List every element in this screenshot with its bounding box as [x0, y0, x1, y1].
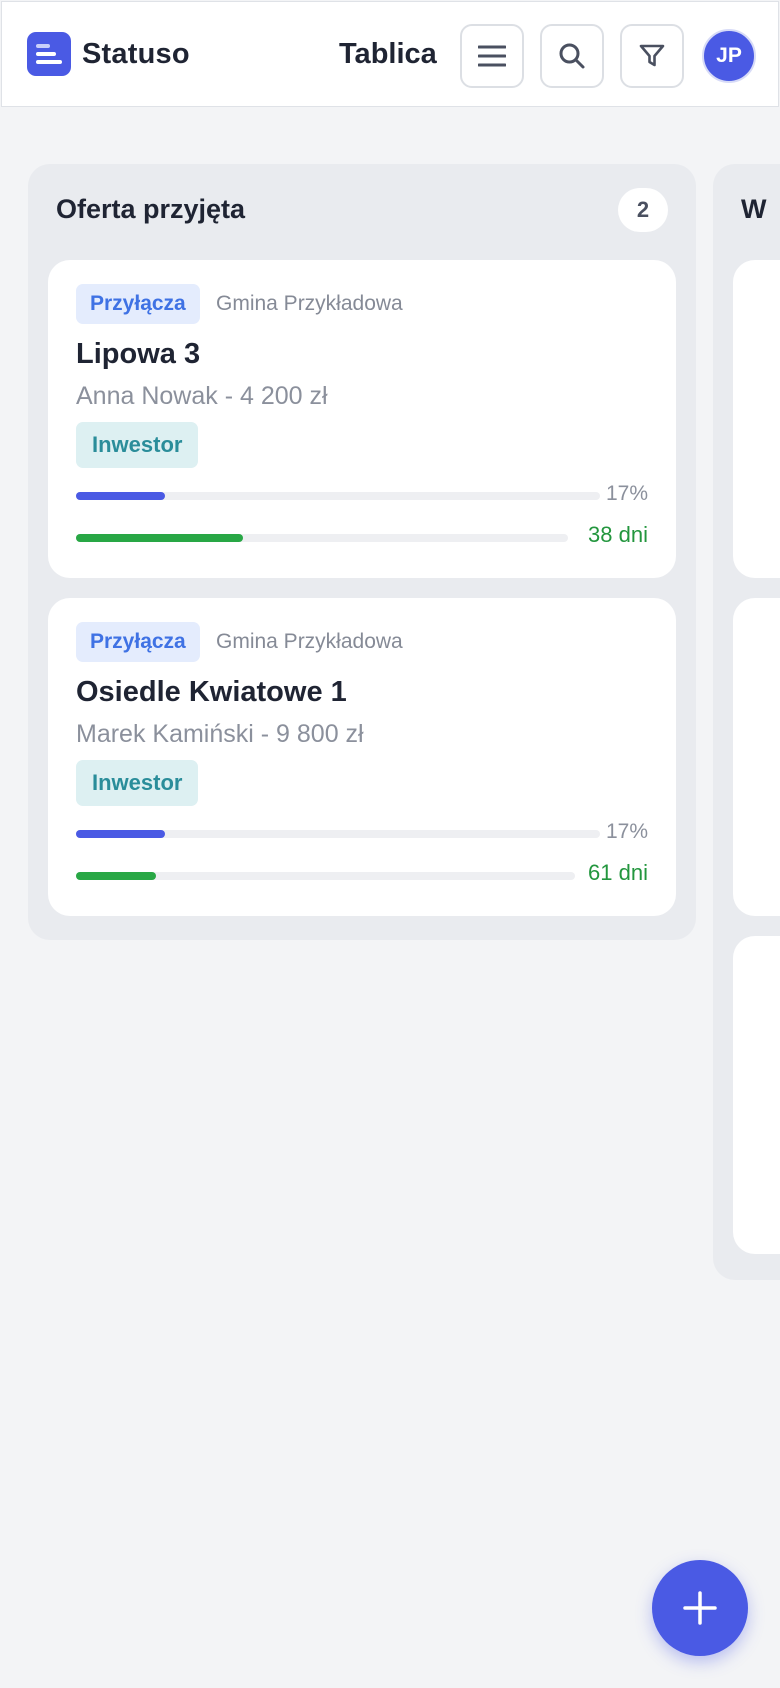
time-bar: [76, 872, 575, 880]
category-tag: Przyłącza: [76, 622, 200, 662]
filter-button[interactable]: [620, 24, 684, 88]
card-title: Osiedle Kwiatowe 1: [76, 676, 347, 708]
progress-bar: [76, 492, 600, 500]
municipality-label: Gmina Przykładowa: [216, 630, 403, 653]
card-subtitle: Marek Kamiński - 9 800 zł: [76, 720, 364, 748]
time-fill: [76, 534, 244, 542]
progress-label: 17%: [605, 820, 648, 843]
deal-card[interactable]: [733, 260, 780, 578]
menu-button[interactable]: [460, 24, 524, 88]
deal-card[interactable]: [733, 936, 780, 1254]
days-label: 38 dni: [588, 522, 648, 547]
page-title: Tablica: [339, 38, 437, 70]
column-title: W: [741, 194, 767, 224]
progress-bar: [76, 830, 600, 838]
progress-label: 17%: [605, 482, 648, 505]
progress-fill: [76, 492, 166, 500]
search-icon: [559, 43, 585, 69]
days-label: 61 dni: [588, 860, 648, 885]
card-title: Lipowa 3: [76, 338, 201, 370]
municipality-label: Gmina Przykładowa: [216, 292, 403, 315]
user-avatar[interactable]: JP: [702, 29, 756, 83]
time-bar: [76, 534, 568, 542]
filter-icon: [639, 44, 665, 67]
column-title: Oferta przyjęta: [56, 194, 246, 224]
role-badge: Inwestor: [76, 760, 199, 806]
deal-card[interactable]: Przyłącza Gmina Przykładowa Lipowa 3 Ann…: [48, 260, 676, 578]
deal-card[interactable]: [733, 598, 780, 916]
hamburger-menu-icon: [478, 45, 506, 67]
time-fill: [76, 872, 156, 880]
app-logo-icon: [27, 32, 71, 76]
board-column-next: W: [713, 164, 780, 1280]
app-name: Statuso: [82, 38, 190, 70]
column-count-badge: 2: [618, 188, 668, 232]
add-button[interactable]: [652, 1560, 748, 1656]
deal-card[interactable]: Przyłącza Gmina Przykładowa Osiedle Kwia…: [48, 598, 676, 916]
progress-fill: [76, 830, 166, 838]
plus-icon: [683, 1591, 717, 1625]
app-header: Statuso Tablica JP: [1, 1, 779, 107]
search-button[interactable]: [540, 24, 604, 88]
board-column-oferta-przyjeta: Oferta przyjęta 2 Przyłącza Gmina Przykł…: [28, 164, 696, 940]
role-badge: Inwestor: [76, 422, 199, 468]
category-tag: Przyłącza: [76, 284, 200, 324]
card-subtitle: Anna Nowak - 4 200 zł: [76, 382, 328, 410]
